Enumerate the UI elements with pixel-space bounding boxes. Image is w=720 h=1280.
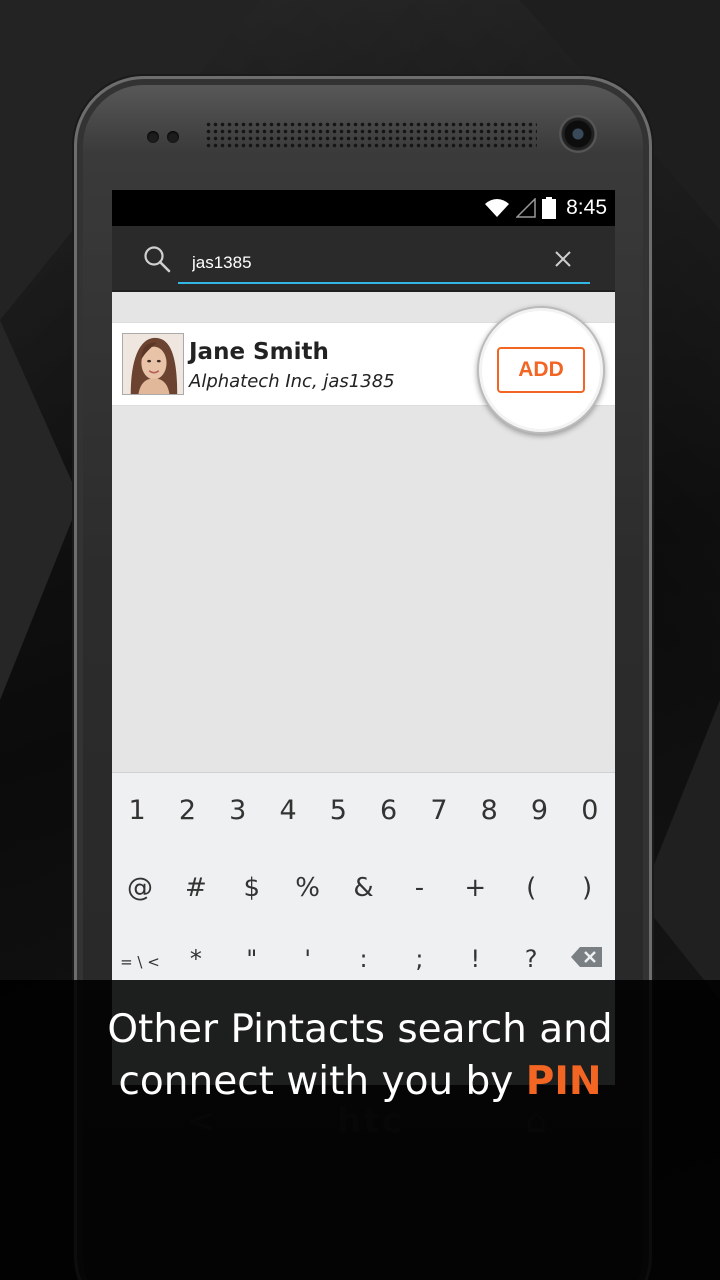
promo-caption: Other Pintacts search and connect with y…	[0, 980, 720, 1280]
key[interactable]: 7	[414, 795, 464, 826]
caption-highlight: PIN	[525, 1059, 602, 1104]
add-button[interactable]: ADD	[497, 347, 585, 393]
key[interactable]: 2	[162, 795, 212, 826]
key[interactable]: #	[168, 873, 224, 903]
key[interactable]: ?	[503, 945, 559, 975]
status-bar: 8:45	[112, 190, 615, 226]
key[interactable]: *	[168, 945, 224, 975]
key[interactable]: %	[280, 873, 336, 903]
caption-line-2-text: connect with you by	[118, 1059, 526, 1104]
wifi-icon	[485, 199, 510, 217]
contact-name: Jane Smith	[189, 339, 329, 365]
key[interactable]: 8	[464, 795, 514, 826]
status-time: 8:45	[566, 196, 607, 219]
cell-signal-icon	[516, 198, 536, 218]
key[interactable]: $	[224, 873, 280, 903]
key[interactable]: "	[224, 945, 280, 975]
key[interactable]: 3	[213, 795, 263, 826]
key[interactable]: 9	[514, 795, 564, 826]
caption-text: Other Pintacts search and connect with y…	[0, 1004, 720, 1108]
search-input[interactable]	[178, 244, 590, 284]
key[interactable]: 0	[565, 795, 615, 826]
key[interactable]: 1	[112, 795, 162, 826]
key[interactable]: -	[391, 873, 447, 903]
close-icon[interactable]	[552, 248, 574, 270]
avatar-photo	[123, 334, 183, 394]
key[interactable]: 5	[313, 795, 363, 826]
speaker-grille	[205, 121, 537, 149]
contact-subtitle: Alphatech Inc, jas1385	[189, 371, 395, 392]
key[interactable]: 4	[263, 795, 313, 826]
key[interactable]: 6	[363, 795, 413, 826]
search-icon	[144, 246, 171, 273]
key[interactable]: &	[336, 873, 392, 903]
avatar	[122, 333, 184, 395]
key[interactable]: :	[336, 945, 392, 975]
key[interactable]: (	[503, 873, 559, 903]
battery-icon	[542, 197, 557, 219]
keyboard-row-punctuation: = \ < * " ' : ; ! ?	[112, 945, 615, 975]
caption-line-2: connect with you by PIN	[0, 1056, 720, 1108]
sensor-dots	[147, 131, 179, 143]
keyboard-row-numbers: 1 2 3 4 5 6 7 8 9 0	[112, 795, 615, 826]
key[interactable]: '	[280, 945, 336, 975]
more-symbols-key[interactable]: = \ <	[112, 945, 168, 975]
backspace-icon[interactable]	[559, 945, 615, 975]
key[interactable]: ;	[391, 945, 447, 975]
key[interactable]: +	[447, 873, 503, 903]
keyboard-row-symbols: @ # $ % & - + ( )	[112, 873, 615, 903]
add-button-callout: ADD	[477, 306, 605, 434]
key[interactable]: @	[112, 873, 168, 903]
key[interactable]: )	[559, 873, 615, 903]
front-camera	[559, 115, 597, 153]
caption-line-1: Other Pintacts search and	[107, 1007, 613, 1052]
key[interactable]: !	[447, 945, 503, 975]
search-bar	[112, 226, 615, 292]
